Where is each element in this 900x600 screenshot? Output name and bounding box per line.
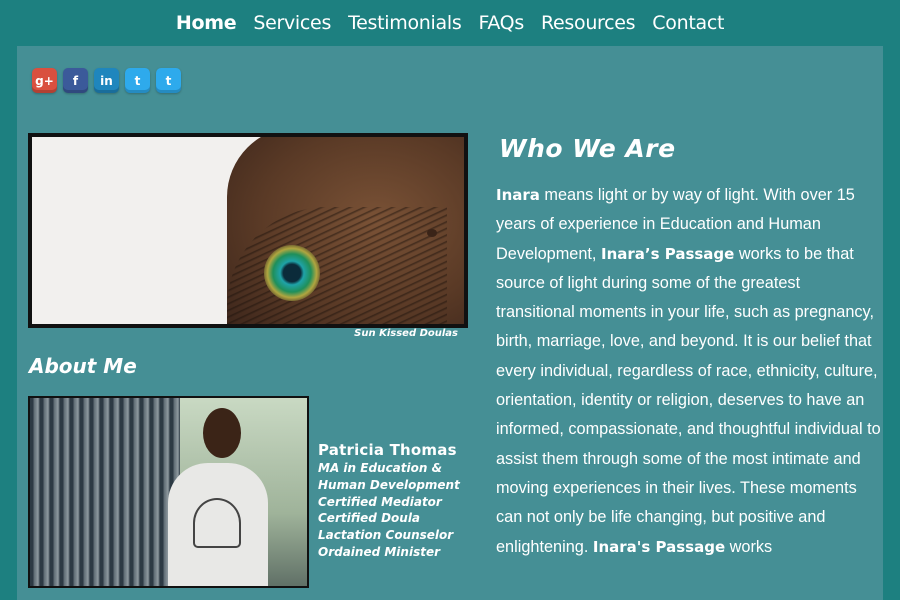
who-body-text: Inara means light or by way of light. Wi…	[496, 186, 881, 556]
linkedin-icon[interactable]: in	[94, 68, 119, 93]
social-share-bar: g+ f in t t	[32, 68, 181, 93]
hero-caption: Sun Kissed Doulas	[354, 328, 458, 339]
nav-testimonials[interactable]: Testimonials	[348, 12, 462, 34]
credential-item: MA in Education &	[318, 461, 443, 475]
brand-inara: Inara	[496, 186, 540, 204]
twitter-icon[interactable]: t	[125, 68, 150, 93]
facebook-icon[interactable]: f	[63, 68, 88, 93]
bio-name: Patricia Thomas	[318, 441, 457, 459]
nav-services[interactable]: Services	[253, 12, 331, 34]
profile-photo	[28, 396, 309, 588]
brand-inaras-passage: Inara’s Passage	[600, 244, 735, 263]
bio-block: Patricia Thomas MA in Education & Human …	[318, 441, 460, 561]
nav-contact[interactable]: Contact	[652, 12, 724, 34]
content-panel: g+ f in t t Sun Kissed Doulas About Me P…	[17, 46, 883, 600]
credential-item: Certified Doula	[318, 511, 421, 526]
nav-resources[interactable]: Resources	[541, 12, 636, 34]
credential-item: Ordained Minister	[318, 544, 441, 559]
credential-item: Lactation Counselor	[318, 528, 454, 543]
credential-item: Certified Mediator	[318, 494, 442, 509]
twitter-icon[interactable]: t	[156, 68, 181, 93]
google-plus-icon[interactable]: g+	[32, 68, 57, 93]
nav-home[interactable]: Home	[176, 12, 237, 34]
credential-item: Human Development	[318, 477, 460, 492]
about-title: About Me	[29, 354, 137, 378]
main-nav: Home Services Testimonials FAQs Resource…	[0, 0, 900, 46]
brand-inaras-passage: Inara's Passage	[592, 537, 726, 556]
who-title: Who We Are	[499, 134, 676, 163]
hero-image	[28, 133, 468, 328]
nav-faqs[interactable]: FAQs	[478, 12, 524, 34]
